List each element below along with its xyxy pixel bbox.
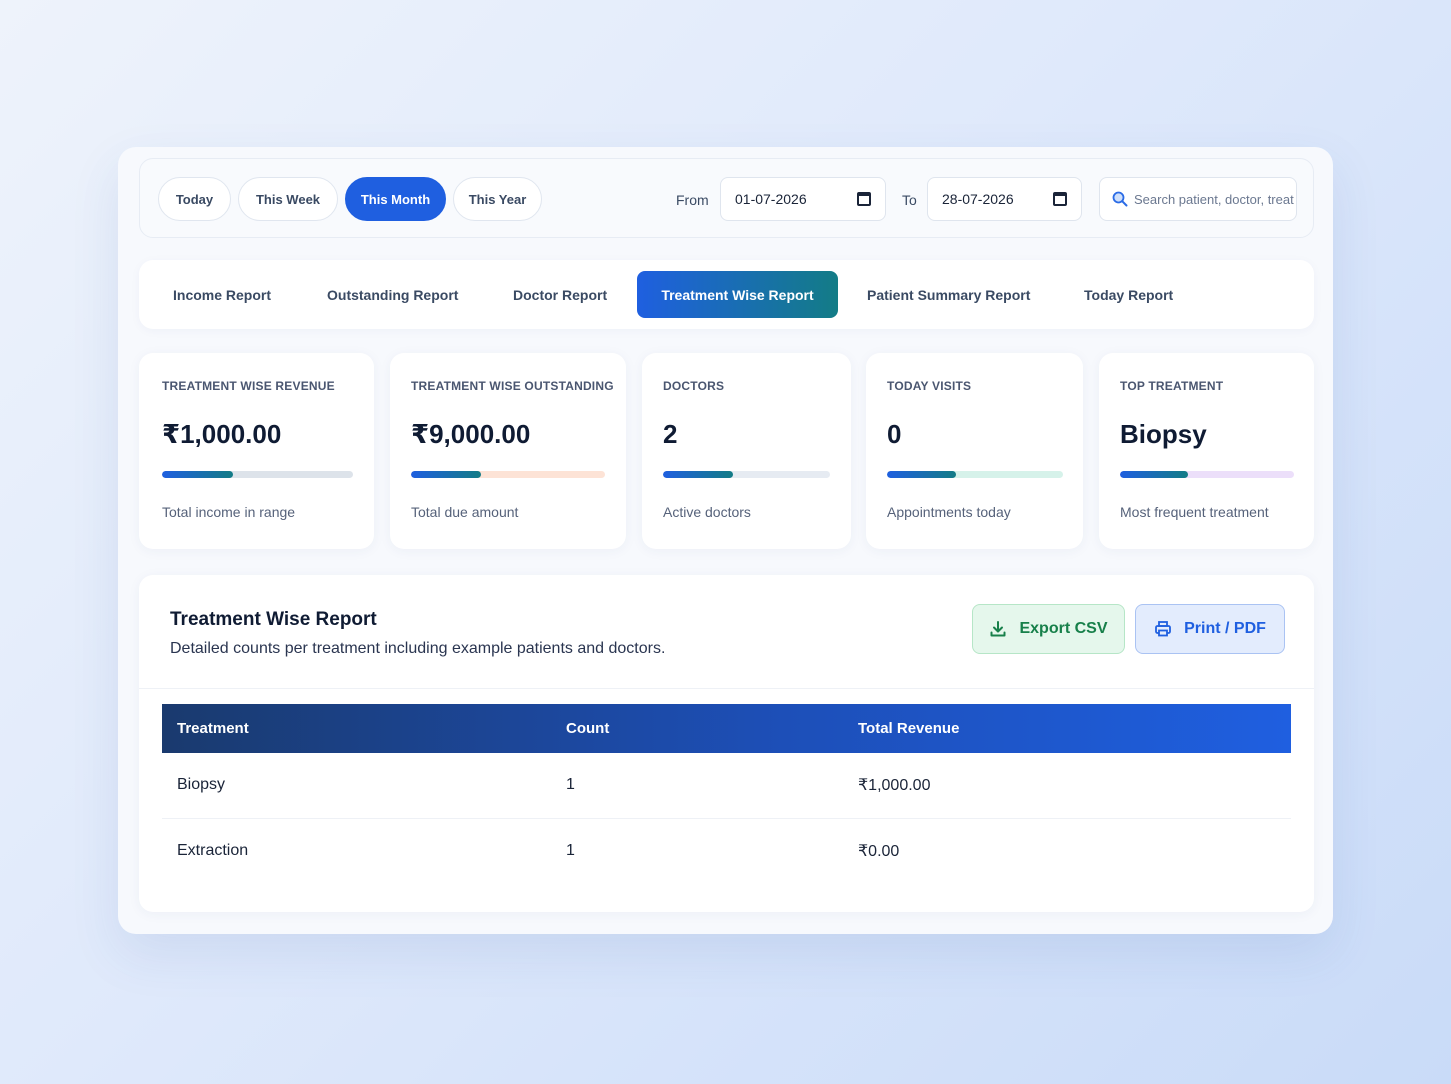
stat-label: TREATMENT WISE OUTSTANDING <box>411 379 614 393</box>
report-title: Treatment Wise Report <box>170 609 377 630</box>
to-label: To <box>902 192 917 208</box>
reports-card: Today This Week This Month This Year Fro… <box>118 147 1333 934</box>
stat-value: ₹9,000.00 <box>411 419 531 449</box>
range-this-month-button[interactable]: This Month <box>345 177 446 221</box>
column-header-count: Count <box>566 720 610 737</box>
column-header-treatment: Treatment <box>177 720 249 737</box>
range-this-week-button[interactable]: This Week <box>238 177 338 221</box>
tab-patient-summary-report[interactable]: Patient Summary Report <box>867 271 1030 318</box>
tab-today-report[interactable]: Today Report <box>1084 271 1173 318</box>
cell-total-revenue: ₹0.00 <box>858 842 900 860</box>
to-date-input[interactable]: 28-07-2026 <box>927 177 1082 221</box>
calendar-icon[interactable] <box>1053 192 1067 206</box>
stat-desc: Total due amount <box>411 504 519 520</box>
export-csv-button[interactable]: Export CSV <box>972 604 1125 654</box>
download-icon <box>990 621 1006 637</box>
stat-value: Biopsy <box>1120 419 1207 449</box>
stat-label: TOP TREATMENT <box>1120 379 1224 393</box>
stat-label: TODAY VISITS <box>887 379 972 393</box>
cell-count: 1 <box>551 753 843 819</box>
stat-desc: Most frequent treatment <box>1120 504 1269 520</box>
search-box[interactable] <box>1099 177 1297 221</box>
report-tabs: Income Report Outstanding Report Doctor … <box>139 260 1314 329</box>
table-header-row: Treatment Count Total Revenue <box>162 704 1291 753</box>
stat-progress <box>887 471 1063 478</box>
stat-label: TREATMENT WISE REVENUE <box>162 379 335 393</box>
search-icon <box>1112 191 1128 207</box>
stat-progress <box>411 471 605 478</box>
treatment-table: Treatment Count Total Revenue Biopsy 1 ₹… <box>162 704 1291 883</box>
report-subtitle: Detailed counts per treatment including … <box>170 640 666 657</box>
stat-label: DOCTORS <box>663 379 725 393</box>
stat-value: 0 <box>887 419 902 449</box>
search-input[interactable] <box>1134 191 1294 207</box>
stat-progress <box>663 471 830 478</box>
stat-card-top-treatment: TOP TREATMENT Biopsy Most frequent treat… <box>1099 353 1314 549</box>
cell-count: 1 <box>566 841 575 859</box>
from-date-value: 01-07-2026 <box>735 191 807 207</box>
divider <box>139 688 1314 689</box>
cell-treatment: Extraction <box>177 841 249 859</box>
filter-bar: Today This Week This Month This Year Fro… <box>139 158 1314 238</box>
cell-total-revenue: ₹1,000.00 <box>843 753 1291 819</box>
export-csv-label: Export CSV <box>1019 620 1108 637</box>
stat-card-doctors: DOCTORS 2 Active doctors <box>642 353 851 549</box>
report-panel: Treatment Wise Report Detailed counts pe… <box>139 575 1314 912</box>
tab-doctor-report[interactable]: Doctor Report <box>513 271 607 318</box>
to-date-value: 28-07-2026 <box>942 191 1014 207</box>
column-header-total-revenue: Total Revenue <box>858 720 960 737</box>
stat-card-revenue: TREATMENT WISE REVENUE ₹1,000.00 Total i… <box>139 353 374 549</box>
stat-desc: Total income in range <box>162 504 296 520</box>
stat-progress <box>162 471 353 478</box>
cell-treatment: Biopsy <box>162 753 551 819</box>
table-row: Biopsy 1 ₹1,000.00 <box>162 753 1291 819</box>
stat-value: ₹1,000.00 <box>162 419 282 449</box>
from-label: From <box>676 192 709 208</box>
table-row: Extraction 1 ₹0.00 <box>162 818 1291 883</box>
print-pdf-button[interactable]: Print / PDF <box>1135 604 1285 654</box>
stat-card-today-visits: TODAY VISITS 0 Appointments today <box>866 353 1083 549</box>
range-this-year-button[interactable]: This Year <box>453 177 542 221</box>
stat-progress <box>1120 471 1294 478</box>
printer-icon <box>1155 621 1172 637</box>
stat-desc: Appointments today <box>887 504 1011 520</box>
from-date-input[interactable]: 01-07-2026 <box>720 177 886 221</box>
stat-desc: Active doctors <box>663 504 751 520</box>
stat-card-outstanding: TREATMENT WISE OUTSTANDING ₹9,000.00 Tot… <box>390 353 626 549</box>
tab-treatment-wise-report[interactable]: Treatment Wise Report <box>637 271 838 318</box>
calendar-icon[interactable] <box>857 192 871 206</box>
tab-outstanding-report[interactable]: Outstanding Report <box>327 271 458 318</box>
tab-income-report[interactable]: Income Report <box>173 271 271 318</box>
stat-value: 2 <box>663 419 678 449</box>
print-pdf-label: Print / PDF <box>1184 620 1266 637</box>
range-today-button[interactable]: Today <box>158 177 231 221</box>
